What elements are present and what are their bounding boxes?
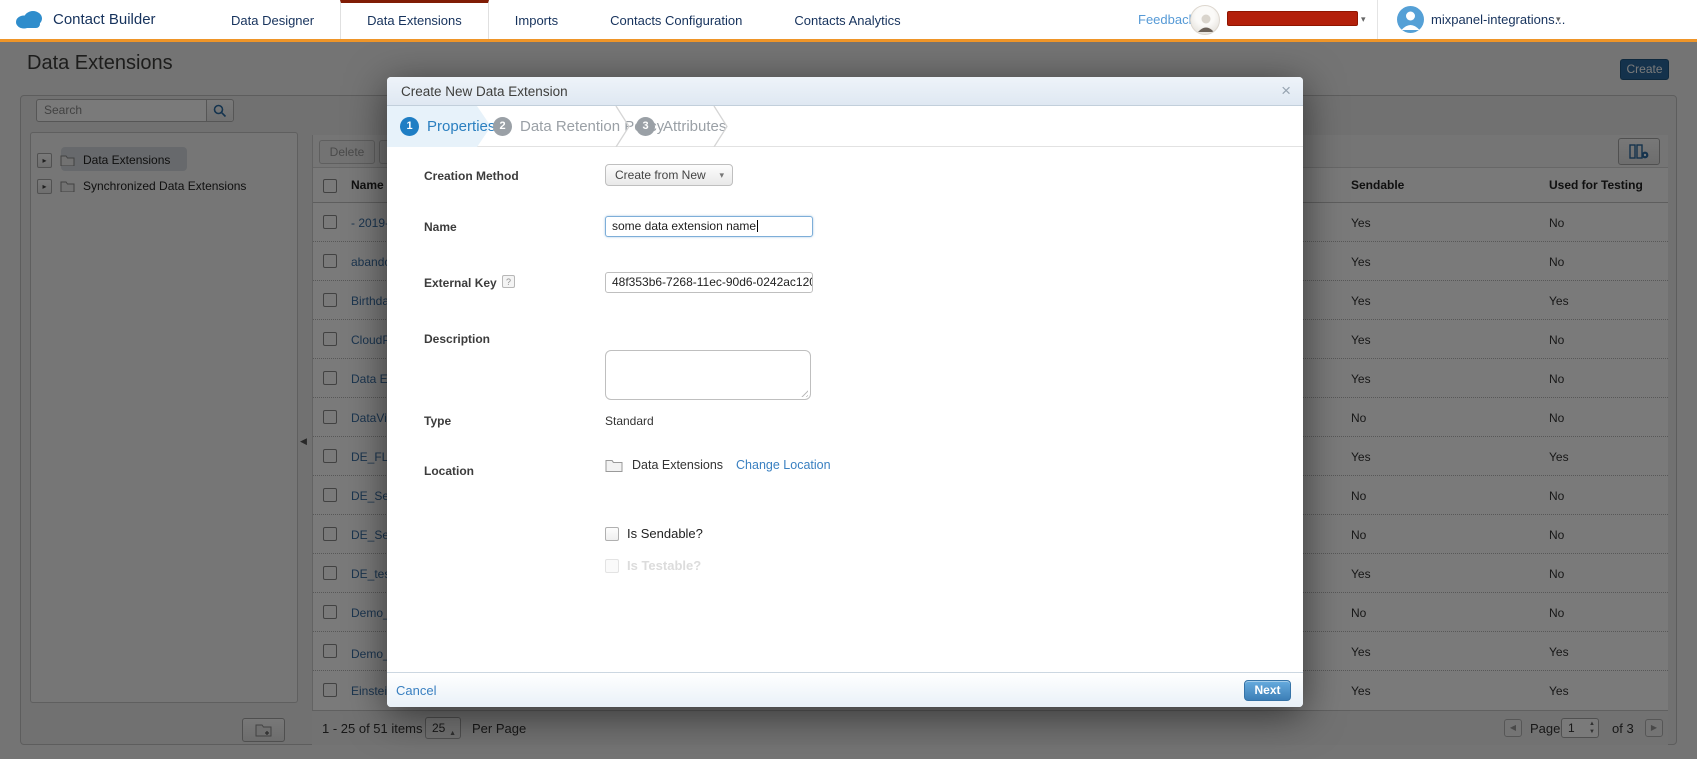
location-row: Data Extensions Change Location xyxy=(605,458,831,472)
user-menu-caret-icon[interactable]: ▾ xyxy=(1556,14,1561,25)
user-avatar-icon[interactable] xyxy=(1397,6,1424,33)
dropdown-caret-icon: ▾ xyxy=(719,165,724,185)
external-key-input[interactable]: 48f353b6-7268-11ec-90d6-0242ac1200 xyxy=(605,272,813,293)
app-title: Contact Builder xyxy=(53,11,156,28)
is-testable-checkbox xyxy=(605,559,619,573)
modal-titlebar: Create New Data Extension × xyxy=(387,77,1303,106)
tab-imports[interactable]: Imports xyxy=(489,0,584,39)
modal-footer: Cancel Next xyxy=(387,672,1303,707)
account-caret-icon[interactable]: ▾ xyxy=(1361,14,1366,25)
step-number-badge: 1 xyxy=(400,117,419,136)
is-sendable-label: Is Sendable? xyxy=(627,526,703,541)
step-wizard: 1 Properties 2 Data Retention Policy 3 A… xyxy=(387,106,1303,147)
external-key-label: External Key xyxy=(424,276,497,290)
create-data-extension-modal: Create New Data Extension × 1 Properties… xyxy=(387,77,1303,707)
is-sendable-checkbox[interactable] xyxy=(605,527,619,541)
name-label: Name xyxy=(424,220,457,234)
is-testable-label: Is Testable? xyxy=(627,558,701,573)
salesforce-cloud-icon xyxy=(14,9,44,30)
feedback-link[interactable]: Feedback xyxy=(1138,0,1195,39)
is-sendable-row[interactable]: Is Sendable? xyxy=(605,526,703,541)
is-testable-row: Is Testable? xyxy=(605,558,701,573)
name-input[interactable]: some data extension name xyxy=(605,216,813,237)
tab-contacts-analytics[interactable]: Contacts Analytics xyxy=(768,0,926,39)
type-value: Standard xyxy=(605,414,654,428)
einstein-avatar[interactable] xyxy=(1190,5,1220,35)
description-label: Description xyxy=(424,332,490,346)
folder-icon xyxy=(605,458,623,472)
text-cursor xyxy=(757,220,758,232)
tab-contacts-configuration[interactable]: Contacts Configuration xyxy=(584,0,768,39)
account-name[interactable]: mixpanel-integrations... xyxy=(1431,0,1565,39)
close-icon[interactable]: × xyxy=(1281,81,1291,101)
step-properties[interactable]: 1 Properties xyxy=(400,106,495,147)
top-nav: Contact Builder Data Designer Data Exten… xyxy=(0,0,1697,42)
cancel-link[interactable]: Cancel xyxy=(396,683,436,698)
step-chevron-icon xyxy=(615,106,630,147)
tab-data-extensions[interactable]: Data Extensions xyxy=(340,0,489,39)
help-icon[interactable]: ? xyxy=(502,275,515,288)
change-location-link[interactable]: Change Location xyxy=(736,458,831,472)
next-button[interactable]: Next xyxy=(1244,680,1291,701)
modal-title: Create New Data Extension xyxy=(401,84,568,99)
app-brand: Contact Builder xyxy=(14,0,156,39)
step-number-badge: 3 xyxy=(636,117,655,136)
location-label: Location xyxy=(424,464,474,478)
nav-divider xyxy=(1377,0,1378,39)
description-textarea[interactable] xyxy=(605,350,811,400)
creation-method-label: Creation Method xyxy=(424,169,519,183)
type-label: Type xyxy=(424,414,451,428)
nav-tabs: Data Designer Data Extensions Imports Co… xyxy=(205,0,927,39)
redacted-account-block xyxy=(1227,11,1358,26)
step-number-badge: 2 xyxy=(493,117,512,136)
location-value: Data Extensions xyxy=(632,458,723,472)
tab-data-designer[interactable]: Data Designer xyxy=(205,0,340,39)
step-label: Properties xyxy=(427,118,495,135)
creation-method-dropdown[interactable]: Create from New ▾ xyxy=(605,164,733,186)
step-chevron-icon xyxy=(713,106,728,147)
